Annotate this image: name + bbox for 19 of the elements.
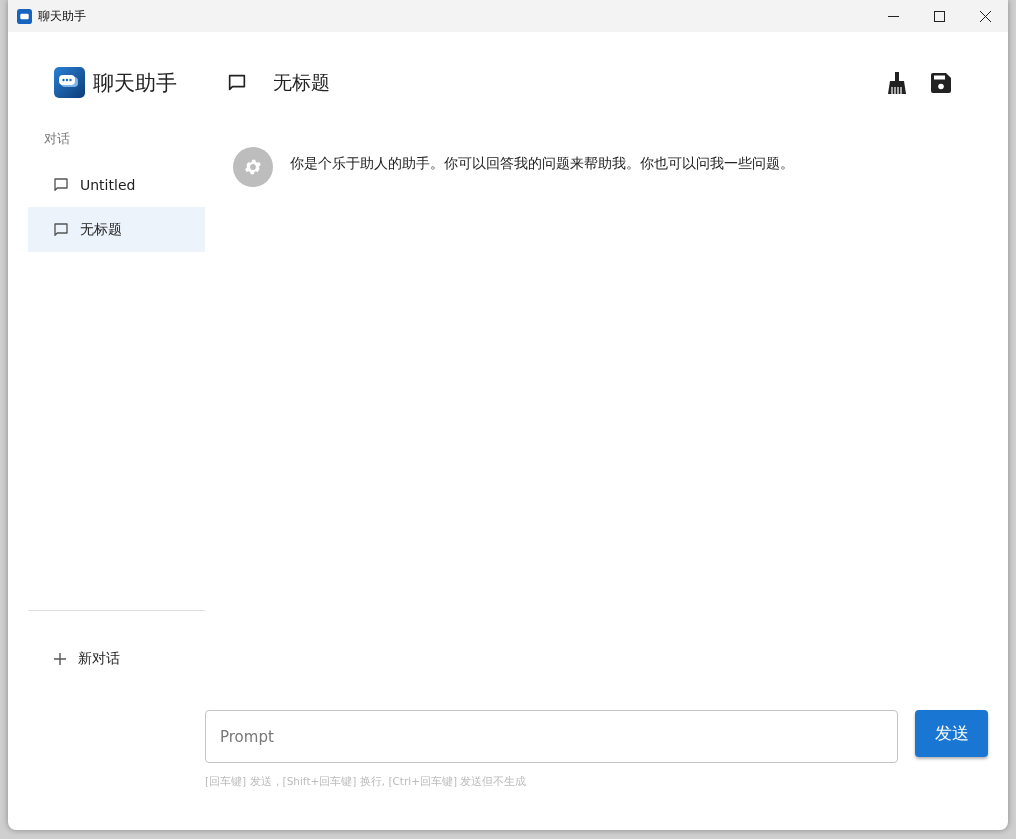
chat-title: 无标题 [273, 70, 331, 95]
send-button[interactable]: 发送 [915, 710, 988, 757]
plus-icon [54, 653, 66, 665]
conversation-item[interactable]: 无标题 [28, 207, 205, 252]
chat-logo-icon [54, 67, 85, 98]
section-heading: 对话 [44, 130, 71, 148]
chat-bubble-icon [52, 220, 70, 239]
shortcut-hint: [回车键] 发送，[Shift+回车键] 换行, [Ctrl+回车键] 发送但不生成 [205, 775, 528, 789]
conversation-item[interactable]: Untitled [28, 162, 205, 207]
prompt-field[interactable]: Prompt [205, 710, 898, 763]
app-icon [17, 8, 32, 24]
chat-bubble-icon [52, 175, 70, 194]
close-icon [979, 10, 991, 22]
gear-avatar-icon [233, 147, 273, 187]
app-name: 聊天助手 [93, 69, 177, 97]
new-chat-button[interactable]: 新对话 [28, 637, 205, 681]
maximize-icon [933, 10, 945, 22]
message-text: 你是个乐于助人的助手。你可以回答我的问题来帮助我。你也可以问我一些问题。 [290, 155, 794, 173]
window-title: 聊天助手 [38, 7, 87, 25]
